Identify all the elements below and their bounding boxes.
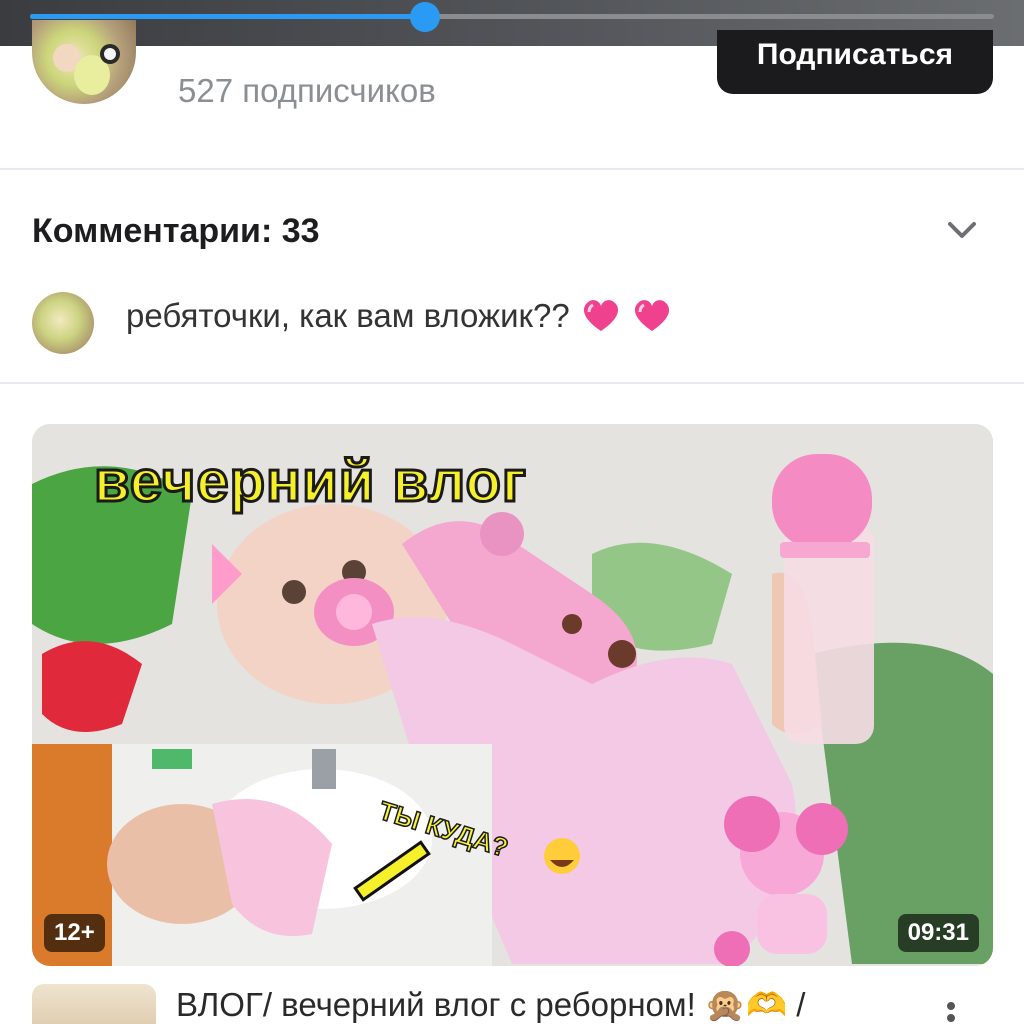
age-rating-badge: 12+	[44, 914, 105, 952]
comment-avatar[interactable]	[32, 292, 94, 354]
divider	[0, 382, 1024, 384]
comment-body: ребяточки, как вам вложик??	[126, 297, 570, 334]
comments-title[interactable]: Комментарии: 33	[32, 212, 320, 251]
heart-icon	[634, 300, 670, 331]
duration-badge: 09:31	[897, 914, 979, 952]
channel-avatar[interactable]	[32, 20, 136, 104]
avatar-image	[53, 44, 120, 95]
next-video-title[interactable]: ВЛОГ/ вечерний влог с реборном! 🙊🫶 /	[176, 986, 805, 1024]
thumbnail-title: вечерний влог	[92, 448, 528, 516]
comment-text[interactable]: ребяточки, как вам вложик??	[126, 297, 672, 335]
progress-handle[interactable]	[410, 2, 441, 32]
subscribe-button[interactable]: Подписаться	[717, 30, 993, 94]
heart-icon	[583, 300, 618, 331]
chevron-down-icon[interactable]	[944, 212, 980, 248]
progress-track[interactable]	[30, 2, 994, 32]
progress-fill	[30, 14, 426, 19]
next-video-thumbnail[interactable]	[32, 984, 156, 1024]
more-options-icon[interactable]	[942, 1000, 960, 1024]
divider	[0, 168, 1024, 170]
video-thumbnail[interactable]: вечерний влог ТЫ КУДА? 12+ 09:31	[32, 424, 993, 966]
subscriber-count: 527 подписчиков	[178, 72, 436, 109]
